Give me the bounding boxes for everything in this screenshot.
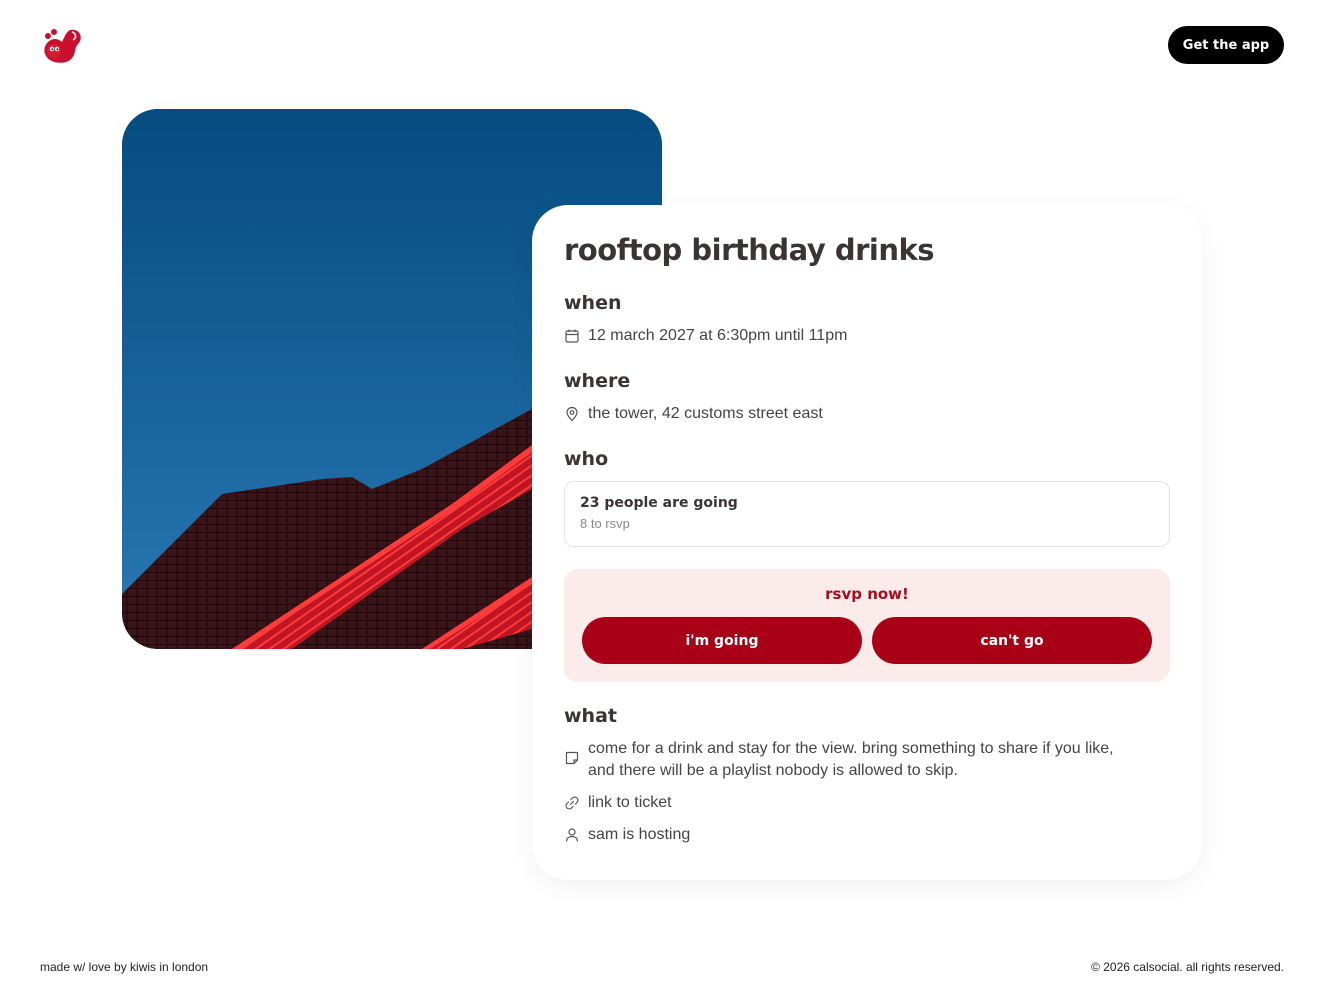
- ticket-row[interactable]: link to ticket: [564, 792, 672, 814]
- note-icon: [564, 750, 580, 766]
- attendees-box[interactable]: 23 people are going 8 to rsvp: [564, 481, 1170, 547]
- who-heading: who: [564, 448, 609, 470]
- description-row: come for a drink and stay for the view. …: [564, 738, 1114, 782]
- rsvp-panel: rsvp now! i'm going can't go: [564, 569, 1170, 682]
- link-icon: [564, 795, 580, 811]
- event-location[interactable]: the tower, 42 customs street east: [588, 403, 823, 425]
- event-description-line-1: come for a drink and stay for the view. …: [588, 740, 1114, 757]
- rsvp-title: rsvp now!: [825, 585, 909, 603]
- calendar-icon: [564, 328, 580, 344]
- event-description-line-2: and there will be a playlist nobody is a…: [588, 762, 958, 779]
- cant-go-button[interactable]: can't go: [872, 617, 1152, 664]
- event-date-time: 12 march 2027 at 6:30pm until 11pm: [588, 327, 848, 344]
- where-row[interactable]: the tower, 42 customs street east: [564, 403, 823, 425]
- footer-copyright: © 2026 calsocial. all rights reserved.: [1091, 960, 1284, 974]
- when-row: 12 march 2027 at 6:30pm until 11pm: [564, 325, 847, 347]
- event-title: rooftop birthday drinks: [564, 233, 935, 267]
- pending-rsvp-count: 8 to rsvp: [580, 516, 630, 531]
- when-heading: when: [564, 292, 622, 314]
- squirrel-logo-icon[interactable]: [40, 24, 84, 66]
- attendee-count: 23 people are going: [580, 495, 738, 511]
- event-description: come for a drink and stay for the view. …: [588, 738, 1114, 782]
- get-the-app-button[interactable]: Get the app: [1168, 26, 1284, 64]
- host-name: sam is hosting: [588, 826, 691, 843]
- map-pin-icon: [564, 406, 580, 422]
- host-row: sam is hosting: [564, 824, 690, 846]
- footer-credit: made w/ love by kiwis in london: [40, 960, 209, 974]
- where-heading: where: [564, 370, 631, 392]
- what-heading: what: [564, 705, 617, 727]
- im-going-button[interactable]: i'm going: [582, 617, 862, 664]
- link-to-ticket[interactable]: link to ticket: [588, 792, 672, 814]
- user-icon: [564, 827, 580, 843]
